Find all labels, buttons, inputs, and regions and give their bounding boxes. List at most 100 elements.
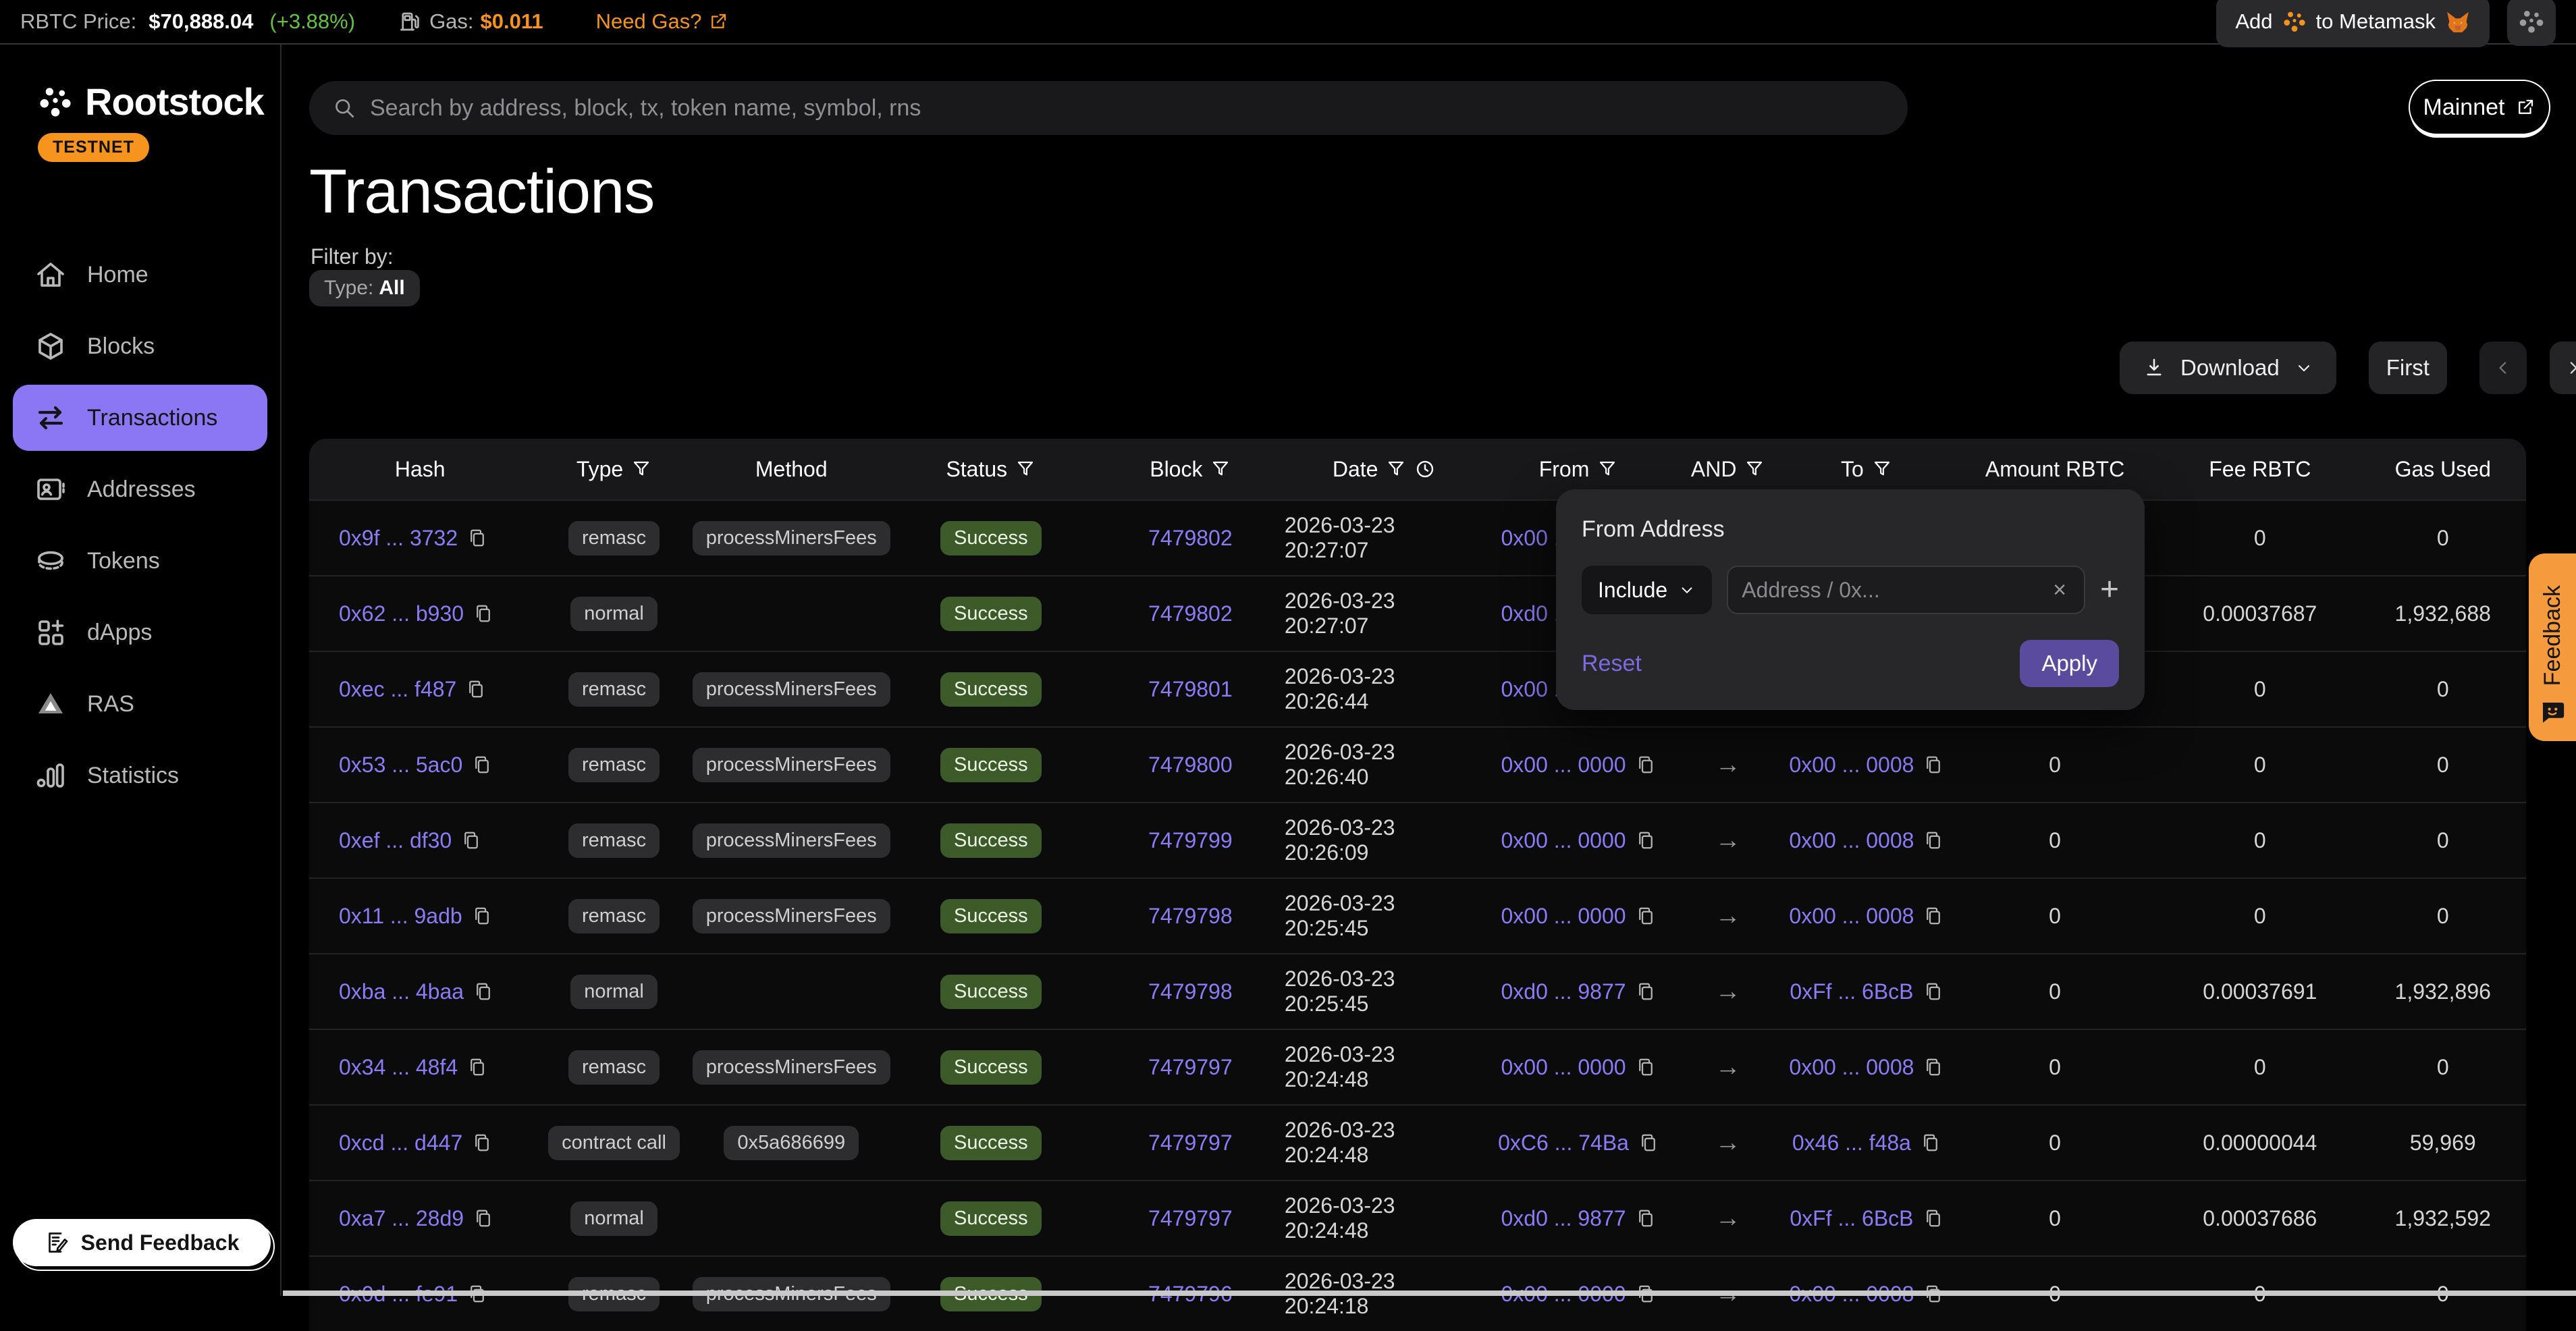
tx-hash-link[interactable]: 0x34 ... 48f4 bbox=[339, 1055, 458, 1080]
copy-icon[interactable] bbox=[1636, 1207, 1656, 1230]
sidebar-item-home[interactable]: Home bbox=[13, 242, 267, 308]
include-mode-dropdown[interactable]: Include bbox=[1582, 566, 1712, 614]
copy-icon[interactable] bbox=[1923, 829, 1943, 852]
from-address-link[interactable]: 0xd0 ... 9877 bbox=[1501, 1206, 1626, 1231]
tx-hash-link[interactable]: 0x11 ... 9adb bbox=[339, 904, 462, 929]
type-filter-chip[interactable]: Type:All bbox=[309, 270, 420, 306]
block-link[interactable]: 7479802 bbox=[1148, 526, 1233, 551]
filter-funnel-icon[interactable] bbox=[1872, 459, 1892, 479]
tx-hash-link[interactable]: 0xcd ... d447 bbox=[339, 1131, 462, 1156]
copy-icon[interactable] bbox=[473, 602, 493, 625]
sidebar-item-blocks[interactable]: Blocks bbox=[13, 313, 267, 379]
search-input[interactable] bbox=[370, 95, 1885, 121]
filter-funnel-icon[interactable] bbox=[1386, 459, 1406, 479]
block-link[interactable]: 7479799 bbox=[1148, 828, 1233, 853]
sidebar-item-statistics[interactable]: Statistics bbox=[13, 742, 267, 809]
download-button[interactable]: Download bbox=[2120, 342, 2336, 394]
block-link[interactable]: 7479797 bbox=[1148, 1206, 1233, 1231]
block-link[interactable]: 7479797 bbox=[1148, 1055, 1233, 1080]
tx-hash-link[interactable]: 0xec ... f487 bbox=[339, 677, 456, 702]
to-address-link[interactable]: 0x00 ... 0008 bbox=[1789, 1055, 1914, 1080]
copy-icon[interactable] bbox=[1636, 829, 1656, 852]
copy-icon[interactable] bbox=[473, 980, 493, 1003]
copy-icon[interactable] bbox=[1636, 1056, 1656, 1079]
apply-button[interactable]: Apply bbox=[2020, 640, 2119, 687]
block-link[interactable]: 7479797 bbox=[1148, 1131, 1233, 1156]
filter-funnel-icon[interactable] bbox=[1210, 459, 1231, 479]
filter-funnel-icon[interactable] bbox=[1597, 459, 1617, 479]
copy-icon[interactable] bbox=[1636, 753, 1656, 776]
copy-icon[interactable] bbox=[1921, 1131, 1941, 1154]
tx-hash-link[interactable]: 0xba ... 4baa bbox=[339, 979, 464, 1004]
to-address-link[interactable]: 0x46 ... f48a bbox=[1792, 1131, 1911, 1156]
tx-amount: 0 bbox=[1950, 979, 2160, 1004]
filter-funnel-icon[interactable] bbox=[631, 459, 651, 479]
copy-icon[interactable] bbox=[472, 753, 492, 776]
tx-hash-link[interactable]: 0xa7 ... 28d9 bbox=[339, 1206, 464, 1231]
tx-hash-link[interactable]: 0x53 ... 5ac0 bbox=[339, 753, 462, 778]
tx-hash-link[interactable]: 0xef ... df30 bbox=[339, 828, 452, 853]
copy-icon[interactable] bbox=[1923, 904, 1943, 927]
first-page-button[interactable]: First bbox=[2369, 342, 2447, 394]
feedback-side-tab[interactable]: Feedback bbox=[2529, 553, 2576, 741]
filter-funnel-icon[interactable] bbox=[1015, 459, 1036, 479]
tx-hash-link[interactable]: 0x9f ... 3732 bbox=[339, 526, 458, 551]
column-header-type: Type bbox=[531, 457, 697, 482]
sidebar-item-addresses[interactable]: Addresses bbox=[13, 456, 267, 522]
from-address-link[interactable]: 0x00 ... 0000 bbox=[1501, 828, 1626, 853]
send-feedback-button[interactable]: Send Feedback bbox=[13, 1219, 271, 1266]
previous-page-button[interactable] bbox=[2479, 342, 2527, 394]
copy-icon[interactable] bbox=[472, 904, 492, 927]
copy-icon[interactable] bbox=[461, 829, 481, 852]
copy-icon[interactable] bbox=[473, 1207, 493, 1230]
block-link[interactable]: 7479798 bbox=[1148, 904, 1233, 929]
rif-token-button[interactable] bbox=[2507, 0, 2556, 46]
address-filter-input[interactable] bbox=[1742, 578, 2041, 603]
to-address-link[interactable]: 0xFf ... 6BcB bbox=[1790, 979, 1913, 1004]
from-address-link[interactable]: 0x00 ... 0000 bbox=[1501, 1055, 1626, 1080]
sidebar-item-ras[interactable]: RAS bbox=[13, 671, 267, 737]
copy-icon[interactable] bbox=[1923, 1056, 1943, 1079]
to-address-link[interactable]: 0x00 ... 0008 bbox=[1789, 828, 1914, 853]
from-address-link[interactable]: 0xd0 ... 9877 bbox=[1501, 979, 1626, 1004]
copy-icon[interactable] bbox=[1638, 1131, 1659, 1154]
add-filter-icon[interactable]: + bbox=[2100, 574, 2119, 606]
clock-icon[interactable] bbox=[1414, 458, 1436, 480]
mainnet-switch-button[interactable]: Mainnet bbox=[2409, 80, 2550, 135]
copy-icon[interactable] bbox=[1923, 753, 1943, 776]
block-link[interactable]: 7479800 bbox=[1148, 753, 1233, 778]
rootstock-logo[interactable]: Rootstock bbox=[38, 80, 280, 124]
to-address-link[interactable]: 0x00 ... 0008 bbox=[1789, 753, 1914, 778]
tx-hash-link[interactable]: 0x62 ... b930 bbox=[339, 601, 464, 626]
copy-icon[interactable] bbox=[467, 526, 487, 549]
chevron-down-icon bbox=[2295, 358, 2313, 377]
from-address-link[interactable]: 0xC6 ... 74Ba bbox=[1498, 1131, 1629, 1156]
copy-icon[interactable] bbox=[1636, 980, 1656, 1003]
to-address-link[interactable]: 0xFf ... 6BcB bbox=[1790, 1206, 1913, 1231]
next-page-button[interactable] bbox=[2550, 342, 2576, 394]
copy-icon[interactable] bbox=[467, 1056, 487, 1079]
sidebar-item-dapps[interactable]: dApps bbox=[13, 599, 267, 666]
method-chip: processMinersFees bbox=[693, 1050, 890, 1085]
to-address-link[interactable]: 0x00 ... 0008 bbox=[1789, 904, 1914, 929]
tx-date: 2026-03-23 20:26:44 bbox=[1285, 664, 1484, 714]
add-to-metamask-button[interactable]: Add to Metamask bbox=[2216, 0, 2490, 47]
filter-funnel-icon[interactable] bbox=[1744, 459, 1765, 479]
from-address-link[interactable]: 0x00 ... 0000 bbox=[1501, 753, 1626, 778]
copy-icon[interactable] bbox=[1923, 1207, 1943, 1230]
copy-icon[interactable] bbox=[466, 678, 486, 701]
need-gas-link[interactable]: Need Gas? bbox=[596, 9, 729, 34]
from-address-link[interactable]: 0x00 ... 0000 bbox=[1501, 904, 1626, 929]
sidebar-item-tokens[interactable]: Tokens bbox=[13, 528, 267, 594]
block-link[interactable]: 7479802 bbox=[1148, 601, 1233, 626]
clear-input-icon[interactable]: × bbox=[2049, 577, 2070, 603]
horizontal-scrollbar[interactable] bbox=[283, 1291, 2576, 1296]
copy-icon[interactable] bbox=[1636, 904, 1656, 927]
block-link[interactable]: 7479798 bbox=[1148, 979, 1233, 1004]
block-link[interactable]: 7479801 bbox=[1148, 677, 1233, 702]
reset-button[interactable]: Reset bbox=[1582, 651, 1642, 677]
copy-icon[interactable] bbox=[472, 1131, 492, 1154]
sidebar-item-transactions[interactable]: Transactions bbox=[13, 385, 267, 451]
copy-icon[interactable] bbox=[1923, 980, 1943, 1003]
tx-gas-used: 59,969 bbox=[2360, 1131, 2526, 1156]
